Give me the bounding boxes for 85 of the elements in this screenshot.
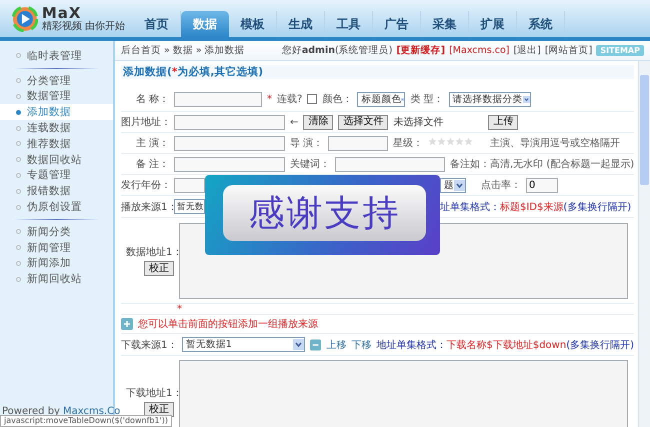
sidebar-item[interactable]: 伪原创设置 [0, 199, 113, 215]
sidebar-item[interactable]: 临时表管理 [0, 48, 113, 64]
hint-text: 主演、导演用逗号或空格隔开 [490, 136, 620, 150]
greeting-text: 您好admin(系统管理员) [282, 44, 392, 57]
director-input[interactable] [328, 136, 388, 150]
header-link[interactable]: [网站首页] [544, 44, 592, 57]
star-icon [428, 137, 438, 146]
header-link[interactable]: [退出] [513, 44, 541, 57]
star-icon [446, 137, 456, 146]
move-up-link[interactable]: 上移 [326, 338, 346, 352]
dropdown[interactable]: 标题颜色 [357, 92, 406, 106]
keywords-input[interactable] [335, 156, 445, 172]
header-link[interactable]: [Maxcms.co] [449, 45, 510, 56]
status-bar: javascript:moveTableDown($('downfb1')) [0, 415, 172, 427]
format-text: 址单集格式：标题$ID$来源(多集换行隔开) [440, 200, 632, 214]
name-input[interactable] [174, 92, 262, 106]
source-dropdown[interactable]: 暂无数 [174, 199, 205, 214]
correct-button[interactable]: 校正 [144, 261, 174, 276]
hint-text: 备注如：高清,无水印 (配合标题一起显示) [450, 158, 634, 171]
nav-tab[interactable]: 工具 [325, 11, 373, 37]
field-label: 导 演： [290, 136, 324, 150]
sidebar-item[interactable]: 报错数据 [0, 183, 113, 200]
dropdown[interactable]: 请选择数据分类 [448, 92, 530, 106]
logo-name: MaX [42, 6, 82, 20]
clear-button[interactable]: 清除 [303, 114, 334, 130]
move-down-link[interactable]: 下移 [351, 338, 372, 352]
sidebar-item[interactable]: 分类管理 [0, 72, 113, 89]
format-text: 地址单集格式：下载名称$下载地址$down(多集换行隔开) [376, 338, 634, 352]
field-label: 星级： [393, 137, 424, 150]
arrow-text: ← [290, 116, 298, 128]
required-mark: * [267, 94, 272, 104]
field-label: 备 注： [134, 158, 169, 171]
footer-link[interactable]: Maxcms.Co [62, 406, 120, 417]
field-label: 点击率： [481, 178, 521, 192]
source-dropdown[interactable]: 暂无数据1 [182, 337, 306, 352]
sidebar-item[interactable]: 新闻回收站 [0, 271, 113, 288]
field-label: 连载? [277, 92, 302, 106]
nav-tab[interactable]: 生成 [277, 11, 325, 37]
nav-tab[interactable]: 扩展 [469, 11, 517, 37]
caret-icon [522, 94, 530, 104]
sidebar-item[interactable]: 新闻添加 [0, 256, 113, 272]
nav-tab[interactable]: 采集 [421, 11, 469, 37]
image-url-input[interactable] [174, 114, 285, 130]
caret-icon [293, 339, 304, 350]
field-label: 类 型： [410, 92, 444, 106]
sidebar-item[interactable]: 数据管理 [0, 88, 113, 104]
add-icon[interactable] [121, 318, 133, 330]
star-icon [437, 137, 446, 146]
remove-icon[interactable] [310, 338, 322, 350]
note-input[interactable] [174, 156, 285, 172]
sidebar-item[interactable]: 专题管理 [0, 168, 113, 184]
sidebar-item[interactable]: 推荐数据 [0, 136, 113, 152]
nav-tab[interactable]: 模板 [229, 11, 277, 37]
logo-slogan: 精彩视频 由你开始 [42, 20, 125, 32]
thanks-text: 感谢支持 [223, 185, 426, 241]
logo-icon [12, 6, 38, 32]
sidebar-item[interactable]: 连载数据 [0, 120, 113, 136]
required-mark: * [177, 304, 182, 314]
year-input[interactable] [174, 178, 205, 192]
field-label: 发行年份： [121, 179, 169, 192]
field-label: 主 演： [134, 136, 169, 150]
file-status: 未选择文件 [393, 116, 444, 129]
sidebar-item[interactable]: 添加数据 [0, 104, 113, 120]
field-label: 名 称： [134, 93, 169, 106]
upload-button[interactable]: 上传 [488, 114, 518, 130]
nav-tab[interactable]: 广告 [373, 11, 421, 37]
actor-input[interactable] [174, 136, 285, 150]
breadcrumb: 后台首页 » 数据 » 添加数据 [121, 44, 245, 57]
star-icon [464, 137, 474, 146]
nav-tab[interactable]: 系统 [517, 11, 565, 37]
file-button[interactable]: 选择文件 [338, 114, 388, 130]
caret-icon [454, 180, 465, 190]
add-hint: 您可以单击前面的按钮添加一组播放来源 [138, 318, 318, 331]
sidebar-item[interactable]: 数据回收站 [0, 152, 113, 168]
star-icon [455, 137, 464, 146]
dropdown[interactable]: 题 [440, 178, 466, 192]
field-label: 图片地址： [121, 116, 169, 129]
hits-input[interactable]: 0 [526, 178, 558, 192]
form-title: 添加数据(*为必填,其它选填) [121, 65, 634, 79]
sidebar-item[interactable]: 新闻管理 [0, 240, 113, 256]
sidebar-item[interactable]: 新闻分类 [0, 224, 113, 240]
header-link[interactable]: [更新缓存] [396, 44, 446, 57]
checkbox[interactable] [307, 94, 318, 104]
field-label: 关键词： [290, 158, 330, 171]
field-label: 颜色： [322, 92, 352, 106]
